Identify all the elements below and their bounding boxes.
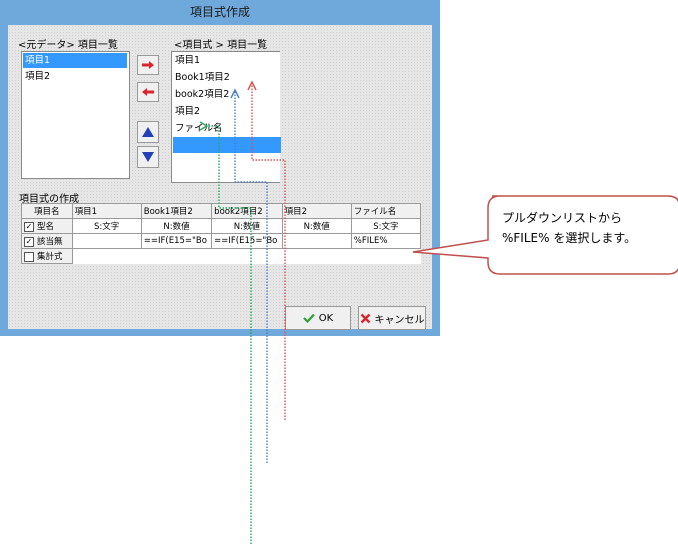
annotation-overlay (199, 80, 678, 544)
callout-line-1: プルダウンリストから (502, 211, 623, 225)
callout-line-2: %FILE% を選択します。 (502, 231, 637, 245)
blue-arrow-head (230, 88, 240, 99)
green-guide-arrow (205, 125, 252, 544)
green-arrow-head (199, 121, 209, 131)
red-guide-arrow (251, 83, 286, 420)
